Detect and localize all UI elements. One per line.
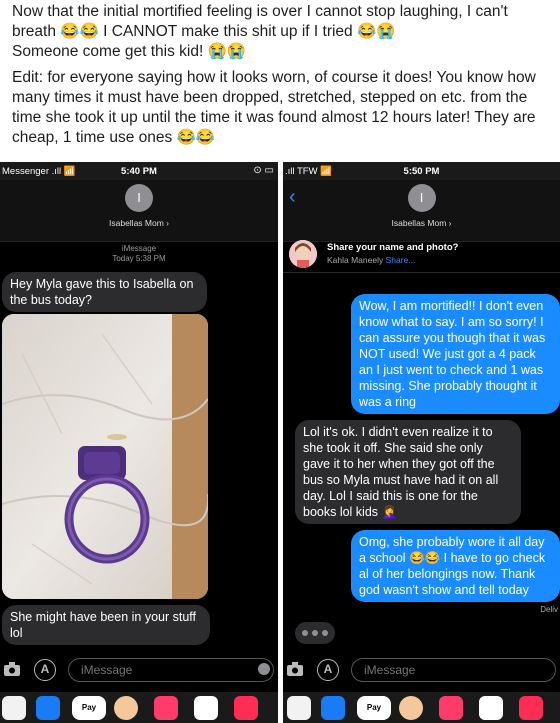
contact-name[interactable]: Isabellas Mom › xyxy=(0,218,278,228)
app-store-icon[interactable] xyxy=(36,696,60,720)
attached-photo[interactable] xyxy=(2,314,208,599)
photos-app-icon[interactable] xyxy=(2,696,26,720)
incoming-message[interactable]: She might have been in your stuff lol xyxy=(2,605,210,645)
app-store-icon[interactable]: A xyxy=(317,659,339,681)
conversation-header: ‹ I Isabellas Mom › xyxy=(283,180,560,242)
contact-avatar[interactable]: I xyxy=(125,184,153,212)
apple-pay-icon[interactable]: Pay xyxy=(357,696,391,720)
message-compose-row: A xyxy=(283,657,560,685)
post-edit-paragraph: Edit: for everyone saying how it looks w… xyxy=(12,69,536,146)
status-bar: .ıll TFW 📶 5:50 PM xyxy=(283,162,560,180)
app-store-icon[interactable] xyxy=(321,696,345,720)
search-images-icon[interactable] xyxy=(154,696,178,720)
app-tray: Pay xyxy=(283,692,560,723)
contact-avatar[interactable]: I xyxy=(407,184,436,212)
outgoing-message[interactable]: Wow, I am mortified!! I don't even know … xyxy=(351,294,560,414)
share-prompt-title: Share your name and photo? xyxy=(327,242,459,253)
memoji-avatar-icon xyxy=(289,240,317,268)
profile-photo-icon xyxy=(289,240,317,268)
status-bar: Messenger .ıll 📶 5:40 PM ⊙ ▭ xyxy=(0,162,278,180)
app-tray: Pay xyxy=(0,692,278,723)
search-images-icon[interactable] xyxy=(439,696,463,720)
left-screenshot: Messenger .ıll 📶 5:40 PM ⊙ ▭ I Isabellas… xyxy=(0,162,278,723)
heart-app-icon[interactable] xyxy=(234,696,258,720)
memoji-icon[interactable] xyxy=(114,696,138,720)
share-prompt-subtitle: Kahla Maneely Share... xyxy=(327,255,416,265)
music-icon[interactable] xyxy=(194,696,218,720)
share-link[interactable]: Share... xyxy=(386,255,416,265)
imessage-timestamp: iMessage Today 5:38 PM xyxy=(112,244,166,263)
apple-pay-icon[interactable]: Pay xyxy=(72,696,106,720)
message-compose-row: A xyxy=(0,657,278,685)
app-store-icon[interactable]: A xyxy=(34,659,56,681)
music-icon[interactable] xyxy=(479,696,503,720)
divider xyxy=(283,272,560,273)
ring-photo-image xyxy=(2,314,208,599)
heart-app-icon[interactable] xyxy=(519,696,543,720)
post-body: Now that the initial mortified feeling i… xyxy=(12,2,552,154)
delivered-status: Deliv xyxy=(540,605,558,614)
incoming-message[interactable]: Lol it's ok. I didn't even realize it to… xyxy=(295,420,521,524)
back-chevron-icon[interactable]: ‹ xyxy=(289,186,296,209)
incoming-message[interactable]: Hey Myla gave this to Isabella on the bu… xyxy=(2,272,207,312)
photos-app-icon[interactable] xyxy=(287,696,311,720)
outgoing-message[interactable]: Omg, she probably wore it all day a scho… xyxy=(351,530,560,602)
message-input[interactable] xyxy=(351,658,556,682)
conversation-header: I Isabellas Mom › xyxy=(0,180,278,242)
audio-icon[interactable] xyxy=(258,663,270,675)
post-paragraph: Now that the initial mortified feeling i… xyxy=(12,3,508,60)
share-name-banner[interactable]: Share your name and photo? Kahla Maneely… xyxy=(283,237,560,271)
battery-icon: ⊙ ▭ xyxy=(253,165,274,176)
memoji-icon[interactable] xyxy=(399,696,423,720)
camera-icon[interactable] xyxy=(287,662,303,676)
status-time: 5:40 PM xyxy=(121,166,157,177)
contact-name[interactable]: Isabellas Mom › xyxy=(283,218,560,228)
typing-indicator xyxy=(295,622,335,644)
camera-icon[interactable] xyxy=(4,662,20,676)
message-input[interactable] xyxy=(68,658,274,682)
right-screenshot: .ıll TFW 📶 5:50 PM ‹ I Isabellas Mom › S… xyxy=(283,162,560,723)
status-time: 5:50 PM xyxy=(403,166,440,177)
